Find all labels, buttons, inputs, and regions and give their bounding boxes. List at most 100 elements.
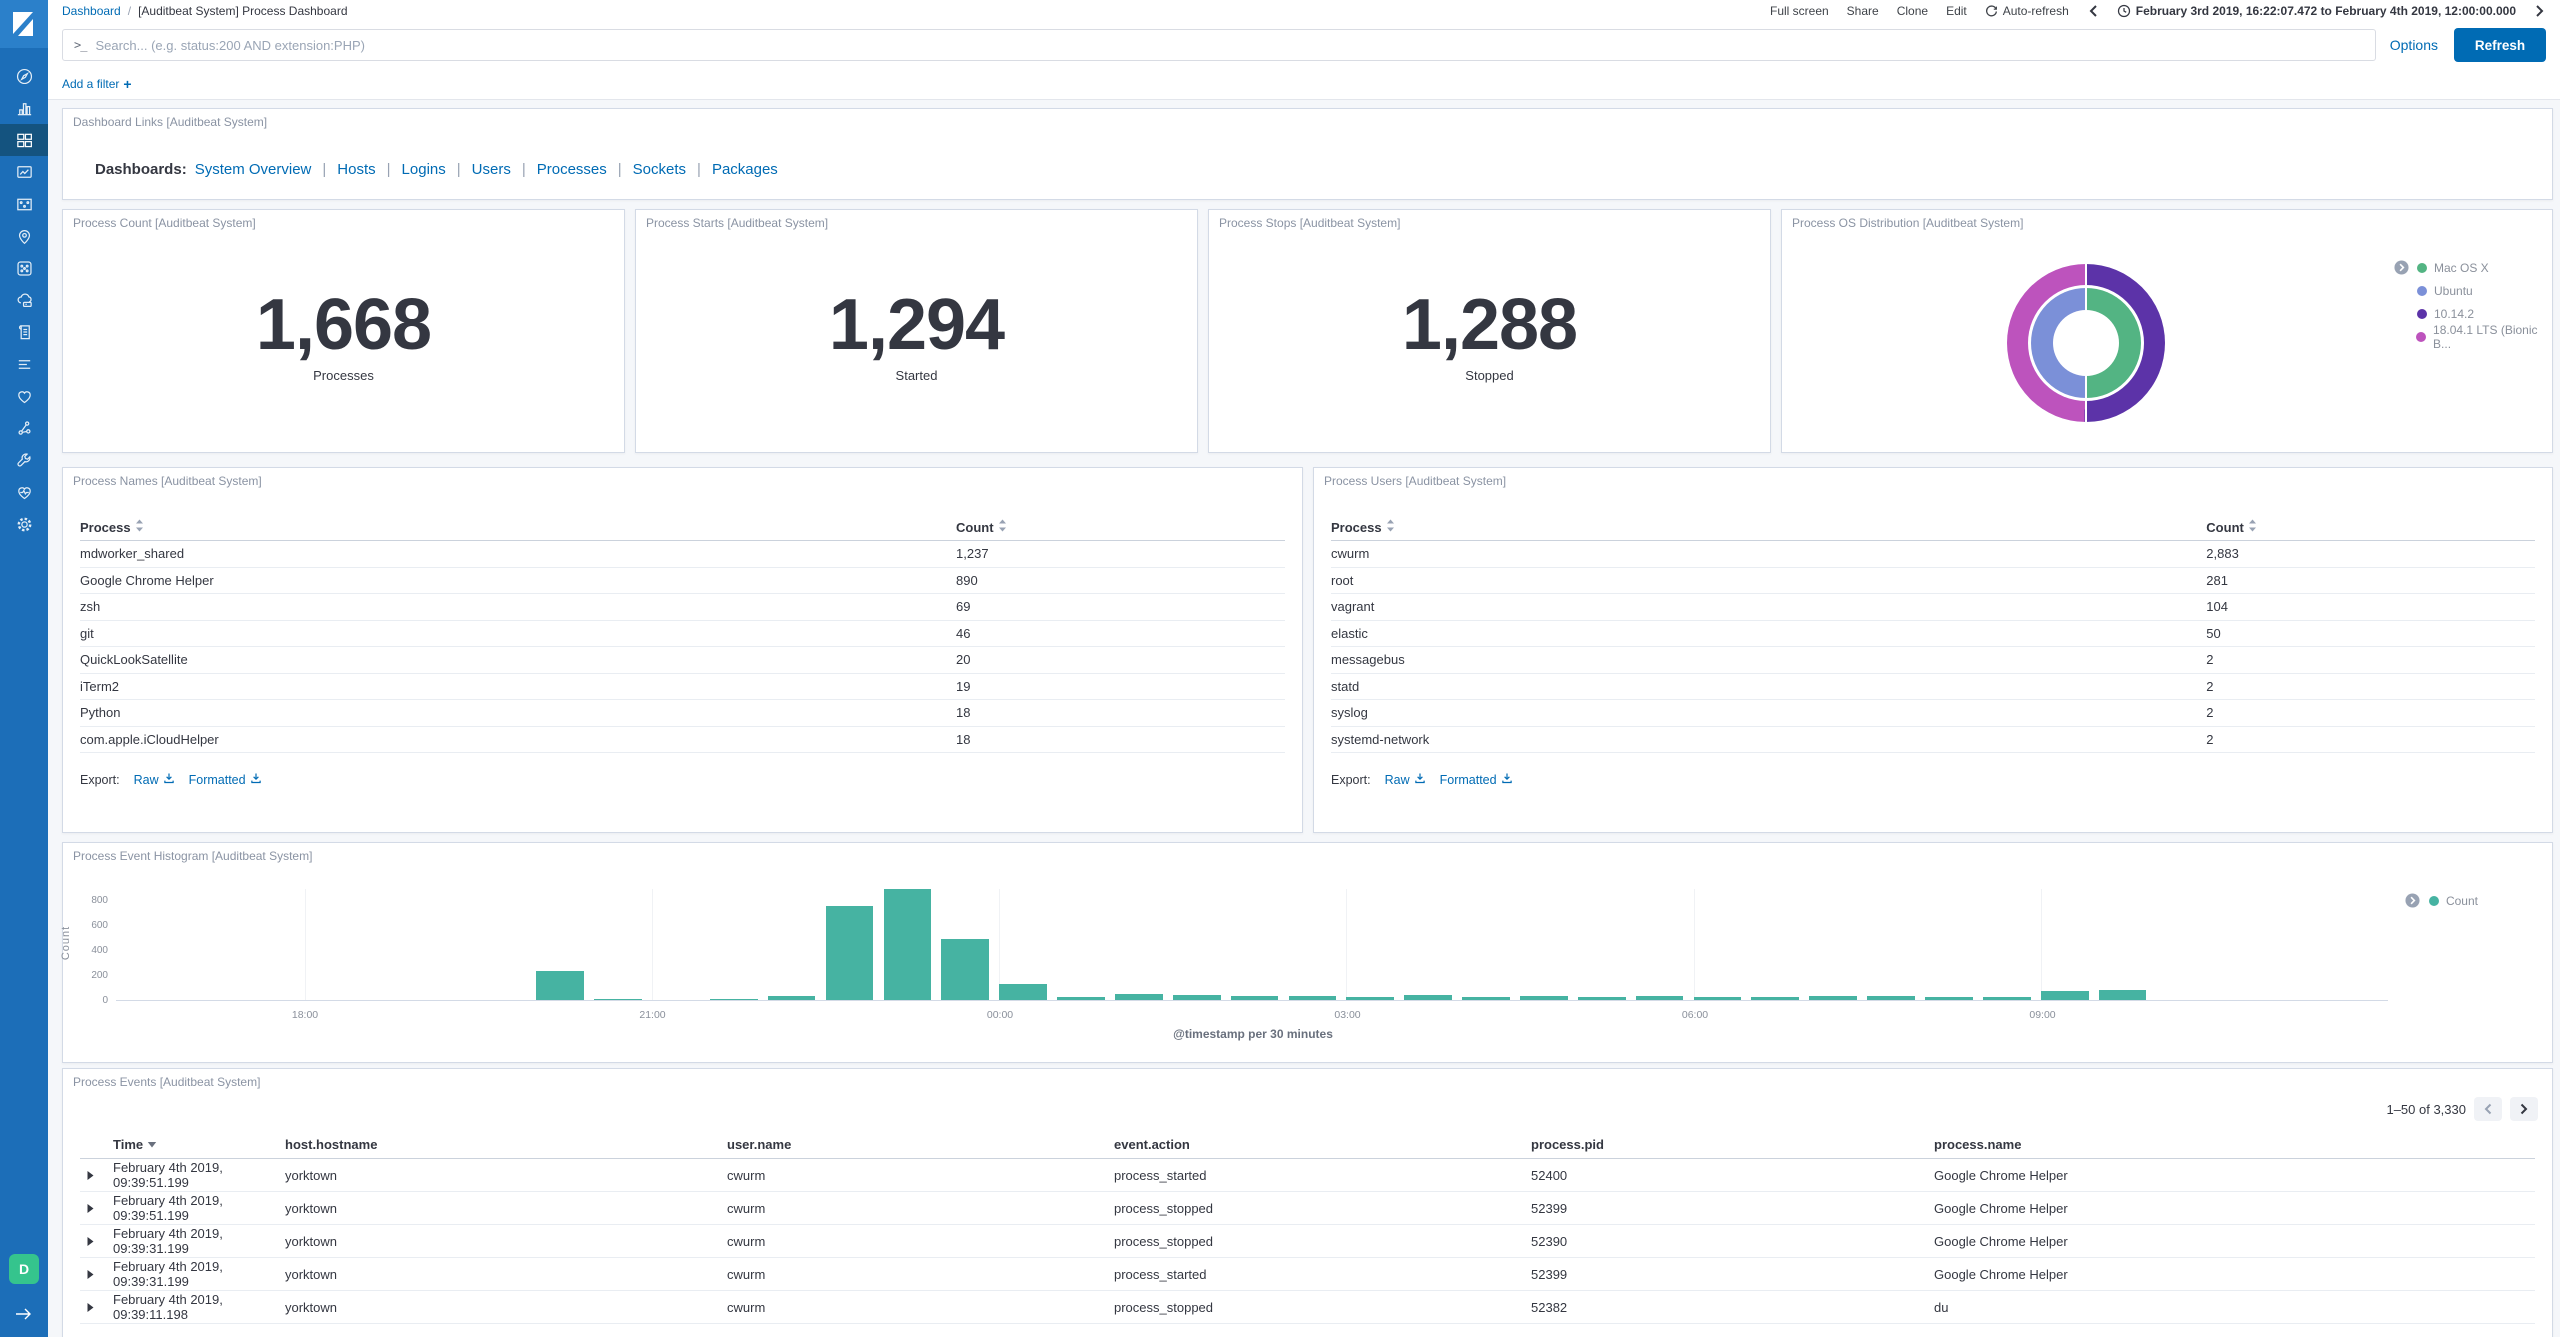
- sidebar-item-logs[interactable]: [0, 316, 48, 348]
- legend-label: Ubuntu: [2434, 283, 2473, 298]
- sidebar-item-management[interactable]: [0, 508, 48, 540]
- dashboard-link-sockets[interactable]: Sockets: [633, 161, 686, 178]
- histogram-bar[interactable]: [1982, 996, 2031, 1000]
- count-cell: 1,237: [956, 546, 989, 562]
- export-formatted-link[interactable]: Formatted: [1440, 772, 1513, 787]
- sidebar-item-uptime[interactable]: [0, 380, 48, 412]
- prev-page-button[interactable]: [2474, 1097, 2502, 1121]
- export-raw-link[interactable]: Raw: [134, 772, 175, 787]
- column-header-process[interactable]: Process: [1331, 519, 2206, 535]
- sidebar-item-graph[interactable]: [0, 412, 48, 444]
- histogram-bar[interactable]: [709, 998, 758, 1000]
- dashboard-link-users[interactable]: Users: [472, 161, 511, 178]
- search-input[interactable]: [95, 37, 2364, 53]
- export-formatted-link[interactable]: Formatted: [189, 772, 262, 787]
- column-header-count[interactable]: Count: [956, 519, 1285, 535]
- legend-toggle-icon[interactable]: [2405, 893, 2420, 908]
- refresh-button[interactable]: Refresh: [2454, 28, 2546, 62]
- expand-row-icon[interactable]: [86, 1203, 113, 1214]
- sidebar-item-timelion[interactable]: [0, 156, 48, 188]
- legend-item[interactable]: Count: [2404, 889, 2478, 912]
- column-header-user-name[interactable]: user.name: [727, 1137, 1114, 1152]
- histogram-plot-area[interactable]: 0 200 400 600 800: [91, 888, 2388, 1006]
- time-forward-button[interactable]: [2534, 4, 2546, 18]
- histogram-bar[interactable]: [1172, 995, 1221, 1000]
- dashboard-link-processes[interactable]: Processes: [537, 161, 607, 178]
- export-raw-link[interactable]: Raw: [1385, 772, 1426, 787]
- column-header-host-hostname[interactable]: host.hostname: [285, 1137, 727, 1152]
- expand-row-icon[interactable]: [86, 1236, 113, 1247]
- share-button[interactable]: Share: [1847, 4, 1879, 18]
- histogram-bar[interactable]: [1288, 996, 1337, 1000]
- sidebar-item-discover[interactable]: [0, 60, 48, 92]
- os-donut-chart[interactable]: [2007, 264, 2165, 422]
- column-header-process-name[interactable]: process.name: [1934, 1137, 2535, 1152]
- histogram-bar[interactable]: [1230, 995, 1279, 1000]
- histogram-bar[interactable]: [883, 888, 932, 1000]
- sidebar-item-canvas[interactable]: [0, 188, 48, 220]
- kibana-logo-icon[interactable]: [0, 0, 48, 48]
- legend-toggle-icon[interactable]: [2393, 260, 2409, 275]
- column-header-event-action[interactable]: event.action: [1114, 1137, 1531, 1152]
- sidebar-item-dev-tools[interactable]: [0, 444, 48, 476]
- histogram-bar[interactable]: [1057, 996, 1105, 1000]
- histogram-bar[interactable]: [2040, 990, 2089, 1000]
- event-cell-Time: February 4th 2019, 09:39:51.199: [113, 1160, 223, 1190]
- sidebar-item-machine-learning[interactable]: [0, 252, 48, 284]
- add-filter-link[interactable]: Add a filter +: [62, 76, 132, 92]
- auto-refresh-button[interactable]: Auto-refresh: [1985, 4, 2069, 18]
- expand-row-icon[interactable]: [86, 1269, 113, 1280]
- legend-item[interactable]: Mac OS X: [2392, 256, 2552, 279]
- histogram-bar[interactable]: [1809, 995, 1858, 1000]
- dashboard-link-logins[interactable]: Logins: [402, 161, 446, 178]
- histogram-bar[interactable]: [594, 998, 642, 1000]
- sidebar-item-maps[interactable]: [0, 220, 48, 252]
- expand-row-icon[interactable]: [86, 1302, 113, 1313]
- pagination: 1–50 of 3,330: [2386, 1097, 2538, 1121]
- histogram-bar[interactable]: [1346, 996, 1395, 1000]
- dashboard-link-packages[interactable]: Packages: [712, 161, 778, 178]
- histogram-bar[interactable]: [1635, 996, 1684, 1000]
- legend-item[interactable]: Ubuntu: [2392, 279, 2552, 302]
- histogram-bar[interactable]: [1404, 995, 1452, 1000]
- time-range-picker[interactable]: February 3rd 2019, 16:22:07.472 to Febru…: [2117, 4, 2516, 18]
- dashboard-link-hosts[interactable]: Hosts: [337, 161, 375, 178]
- histogram-bar[interactable]: [1925, 997, 1973, 1000]
- sidebar-item-infrastructure[interactable]: [0, 284, 48, 316]
- edit-button[interactable]: Edit: [1946, 4, 1967, 18]
- histogram-bar[interactable]: [941, 939, 990, 1000]
- sidebar-item-apm[interactable]: [0, 348, 48, 380]
- histogram-bar[interactable]: [536, 971, 585, 1000]
- histogram-bar[interactable]: [825, 905, 874, 1000]
- options-link[interactable]: Options: [2390, 37, 2438, 53]
- histogram-bar[interactable]: [1751, 996, 1800, 1000]
- histogram-bar[interactable]: [999, 984, 1047, 1000]
- next-page-button[interactable]: [2510, 1097, 2538, 1121]
- space-badge[interactable]: D: [9, 1254, 39, 1284]
- histogram-bar[interactable]: [1520, 996, 1568, 1000]
- sidebar-expand-icon[interactable]: [14, 1306, 34, 1327]
- full-screen-button[interactable]: Full screen: [1770, 4, 1829, 18]
- expand-row-icon[interactable]: [86, 1170, 113, 1181]
- dashboard-links-row: Dashboards: System Overview | Hosts | Logins…: [95, 161, 778, 178]
- histogram-bar[interactable]: [1462, 996, 1510, 1000]
- dashboard-link-system-overview[interactable]: System Overview: [195, 161, 312, 178]
- column-header-count[interactable]: Count: [2206, 519, 2535, 535]
- sidebar-item-dashboard[interactable]: [0, 124, 48, 156]
- column-header-Time[interactable]: Time: [113, 1137, 285, 1152]
- count-cell: 2: [2206, 731, 2214, 747]
- breadcrumb-dashboard-link[interactable]: Dashboard: [62, 4, 121, 18]
- histogram-bar[interactable]: [2098, 990, 2147, 1000]
- histogram-bar[interactable]: [1867, 996, 1915, 1000]
- clone-button[interactable]: Clone: [1897, 4, 1928, 18]
- sidebar-item-visualize[interactable]: [0, 92, 48, 124]
- legend-item[interactable]: 18.04.1 LTS (Bionic B...: [2392, 323, 2552, 351]
- histogram-bar[interactable]: [767, 996, 816, 1000]
- histogram-bar[interactable]: [1693, 997, 1742, 1000]
- histogram-bar[interactable]: [1114, 994, 1163, 1000]
- histogram-bar[interactable]: [1577, 996, 1626, 1000]
- column-header-process-pid[interactable]: process.pid: [1531, 1137, 1934, 1152]
- time-back-button[interactable]: [2087, 4, 2099, 18]
- column-header-process[interactable]: Process: [80, 519, 956, 535]
- sidebar-item-monitoring[interactable]: [0, 476, 48, 508]
